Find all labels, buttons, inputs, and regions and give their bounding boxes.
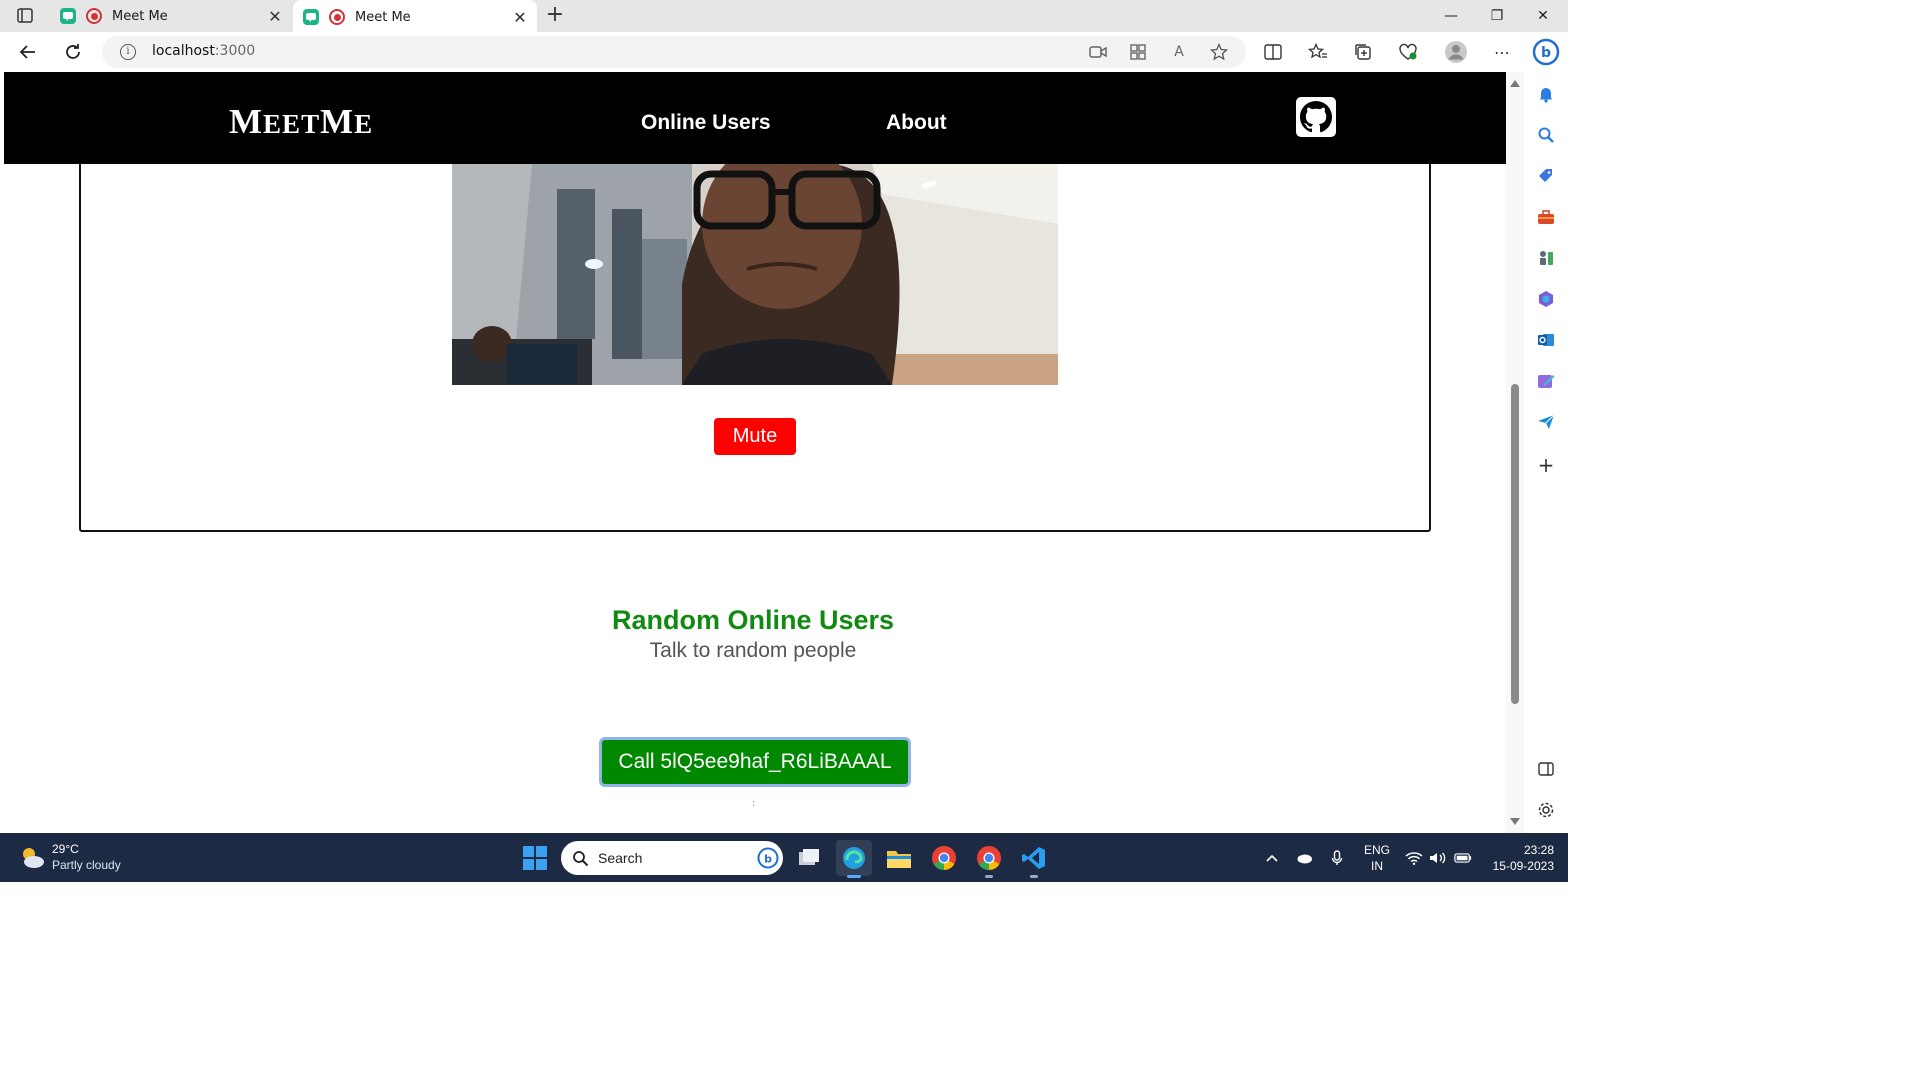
app-navbar: MEETME Online Users About bbox=[4, 72, 1506, 164]
back-icon[interactable] bbox=[16, 40, 40, 64]
shopping-tag-icon[interactable] bbox=[1536, 166, 1556, 186]
site-info-icon[interactable]: i bbox=[120, 44, 136, 60]
tools-icon[interactable] bbox=[1536, 207, 1556, 227]
local-video-stream bbox=[452, 164, 1058, 385]
page-viewport: MEETME Online Users About Mute Random On… bbox=[0, 72, 1506, 833]
split-screen-icon[interactable] bbox=[1263, 42, 1283, 62]
nav-online-users-link[interactable]: Online Users bbox=[641, 111, 771, 135]
games-icon[interactable] bbox=[1536, 248, 1556, 268]
mute-button[interactable]: Mute bbox=[714, 418, 796, 455]
designer-icon[interactable] bbox=[1536, 371, 1556, 391]
bing-chat-icon[interactable]: b bbox=[1532, 38, 1560, 66]
restore-icon[interactable]: ❐ bbox=[1474, 0, 1520, 32]
recording-indicator-icon bbox=[86, 8, 102, 24]
task-view-icon[interactable] bbox=[791, 840, 827, 876]
minimize-icon[interactable]: — bbox=[1428, 0, 1474, 32]
scroll-down-arrow-icon[interactable] bbox=[1510, 818, 1520, 825]
edge-sidebar: b + bbox=[1524, 32, 1568, 833]
browser-tab-strip: Meet Me ✕ Meet Me ✕ + — ❐ ✕ bbox=[0, 0, 1568, 34]
taskbar-search[interactable]: Search b bbox=[561, 841, 783, 875]
onedrive-cloud-icon[interactable] bbox=[1295, 849, 1313, 867]
collections-icon[interactable] bbox=[1353, 42, 1373, 62]
profile-avatar[interactable] bbox=[1444, 40, 1468, 64]
chrome-profile-icon[interactable] bbox=[971, 840, 1007, 878]
weather-condition[interactable]: Partly cloudy bbox=[52, 858, 121, 872]
new-tab-button[interactable]: + bbox=[543, 4, 567, 28]
edge-browser-icon[interactable] bbox=[836, 840, 872, 878]
weather-temperature[interactable]: 29°C bbox=[52, 842, 79, 856]
page-scrollbar[interactable] bbox=[1506, 72, 1524, 833]
browser-toolbar: i localhost:3000 A ⋯ bbox=[0, 32, 1568, 72]
caption-mark: : bbox=[752, 798, 756, 809]
file-explorer-icon[interactable] bbox=[881, 840, 917, 876]
microphone-icon[interactable] bbox=[1328, 849, 1346, 867]
url-text: localhost:3000 bbox=[152, 43, 256, 59]
windows-taskbar: 29°C Partly cloudy Search b ENG IN 23:28 1… bbox=[0, 833, 1568, 882]
nav-about-link[interactable]: About bbox=[886, 111, 947, 135]
partly-cloudy-icon[interactable] bbox=[18, 843, 46, 871]
browser-tab-2[interactable]: Meet Me ✕ bbox=[293, 0, 537, 34]
svg-text:b: b bbox=[764, 853, 772, 866]
window-close-icon[interactable]: ✕ bbox=[1520, 0, 1566, 32]
bing-icon: b bbox=[757, 847, 779, 869]
scrollbar-thumb[interactable] bbox=[1511, 384, 1519, 704]
search-icon[interactable] bbox=[1536, 125, 1556, 145]
send-icon[interactable] bbox=[1536, 412, 1556, 432]
notifications-icon[interactable] bbox=[1536, 84, 1556, 104]
search-label: Search bbox=[598, 850, 643, 866]
windows-start-icon[interactable] bbox=[522, 845, 548, 871]
add-sidebar-item-icon[interactable]: + bbox=[1536, 453, 1556, 477]
meet-app-favicon-icon bbox=[60, 8, 76, 24]
random-users-title: Random Online Users bbox=[611, 605, 895, 635]
system-clock[interactable]: 23:28 15-09-2023 bbox=[1486, 842, 1554, 874]
close-tab-icon[interactable]: ✕ bbox=[511, 8, 529, 27]
vscode-icon[interactable] bbox=[1016, 840, 1052, 878]
call-user-button[interactable]: Call 5lQ5ee9haf_R6LiBAAAL bbox=[599, 737, 911, 787]
read-aloud-icon[interactable]: A bbox=[1169, 42, 1189, 62]
show-hidden-icons-icon[interactable] bbox=[1263, 849, 1281, 867]
settings-gear-icon[interactable] bbox=[1536, 800, 1556, 820]
search-icon bbox=[573, 851, 589, 867]
volume-icon[interactable] bbox=[1429, 849, 1447, 867]
browser-essentials-icon[interactable] bbox=[1398, 42, 1418, 62]
meet-app-favicon-icon bbox=[303, 9, 319, 25]
random-users-subtitle: Talk to random people bbox=[649, 639, 857, 662]
copilot-icon[interactable] bbox=[1536, 289, 1556, 309]
favorites-icon[interactable] bbox=[1308, 42, 1328, 62]
video-call-icon[interactable] bbox=[1088, 42, 1108, 62]
chrome-icon[interactable] bbox=[926, 840, 962, 876]
hide-sidebar-icon[interactable] bbox=[1536, 759, 1556, 779]
svg-text:b: b bbox=[1541, 45, 1551, 61]
refresh-icon[interactable] bbox=[61, 40, 85, 64]
tab-title: Meet Me bbox=[112, 8, 168, 24]
github-icon[interactable] bbox=[1296, 97, 1336, 137]
browser-tab-1[interactable]: Meet Me ✕ bbox=[50, 0, 292, 32]
apps-icon[interactable] bbox=[1128, 42, 1148, 62]
input-language[interactable]: ENG IN bbox=[1364, 842, 1390, 874]
tab-title: Meet Me bbox=[355, 9, 411, 25]
wifi-icon[interactable] bbox=[1405, 849, 1423, 867]
address-bar[interactable]: i localhost:3000 A bbox=[102, 36, 1246, 68]
battery-icon[interactable] bbox=[1454, 849, 1472, 867]
tab-actions-icon[interactable] bbox=[12, 6, 38, 26]
scroll-up-arrow-icon[interactable] bbox=[1510, 80, 1520, 87]
favorite-star-icon[interactable] bbox=[1209, 42, 1229, 62]
more-options-icon[interactable]: ⋯ bbox=[1492, 42, 1512, 62]
outlook-icon[interactable] bbox=[1536, 330, 1556, 350]
meetme-logo[interactable]: MEETME bbox=[229, 102, 373, 142]
close-tab-icon[interactable]: ✕ bbox=[266, 7, 284, 26]
recording-indicator-icon bbox=[329, 9, 345, 25]
